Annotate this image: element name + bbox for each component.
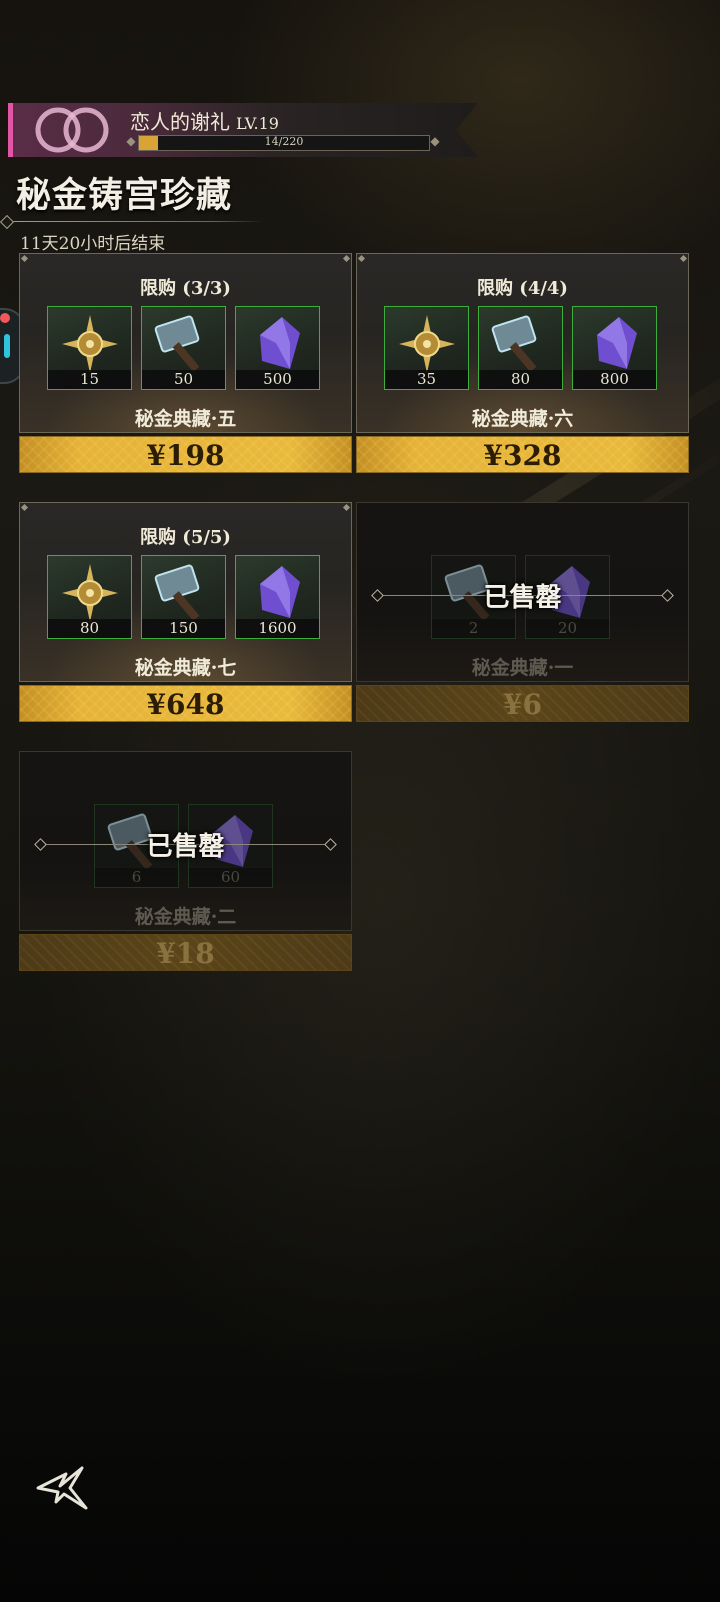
bundle-name: 秘金典藏·六 [471, 408, 574, 430]
purchase-limit: 限购 (4/4) [477, 278, 568, 299]
purple-crystal-icon [260, 566, 300, 618]
bundle-item[interactable]: 80 [478, 306, 563, 390]
sold-out-label: 已售罄 [357, 577, 688, 614]
bundle-card[interactable]: 限购 (4/4) 35 80 800 秘金典藏·六 ¥328 [356, 253, 689, 474]
buy-button-disabled: ¥18 [19, 934, 352, 971]
page-title: 秘金铸宫珍藏 [16, 175, 233, 216]
compass-medallion-icon [62, 315, 118, 373]
purple-crystal-icon [260, 317, 300, 369]
compass-medallion-icon [62, 564, 118, 622]
forge-hammer-icon [154, 564, 200, 621]
item-quantity: 35 [385, 370, 468, 389]
bundle-card[interactable]: 限购 (5/5) 80 150 1600 秘金典藏·七 ¥648 [19, 502, 352, 723]
xp-progress-text: 14/220 [264, 135, 304, 148]
bundle-item[interactable]: 15 [47, 306, 132, 390]
item-quantity: 80 [479, 370, 562, 389]
buy-button-disabled: ¥6 [356, 685, 689, 722]
bundle-card[interactable]: 限购 (3/3) 15 50 500 秘金典藏·五 ¥198 [19, 253, 352, 474]
purple-crystal-icon [597, 317, 637, 369]
bundle-card-sold-out: 2 20 已售罄 秘金典藏·一 ¥6 [356, 502, 689, 723]
bundle-item[interactable]: 80 [47, 555, 132, 639]
corner-ornament [342, 254, 351, 263]
bundle-item[interactable]: 800 [572, 306, 657, 390]
bundle-name: 秘金典藏·五 [134, 408, 237, 430]
sold-out-label: 已售罄 [20, 826, 351, 863]
back-arrow-icon[interactable] [36, 1466, 92, 1510]
corner-ornament [20, 254, 29, 263]
buy-button[interactable]: ¥198 [19, 436, 352, 473]
bundle-card-sold-out: 6 60 已售罄 秘金典藏·二 ¥18 [19, 751, 352, 972]
bundle-panel: 6 60 已售罄 秘金典藏·二 [19, 751, 352, 931]
item-quantity: 2 [432, 619, 515, 638]
xp-bar-right-cap: ◆ [430, 134, 440, 148]
item-quantity: 60 [189, 868, 272, 887]
item-quantity: 150 [142, 619, 225, 638]
bundle-panel: 限购 (5/5) 80 150 1600 秘金典藏·七 [19, 502, 352, 682]
item-quantity: 1600 [236, 619, 319, 638]
forge-hammer-icon [491, 315, 537, 372]
notification-dot [0, 313, 10, 323]
bundle-panel: 限购 (4/4) 35 80 800 秘金典藏·六 [356, 253, 689, 433]
purchase-limit: 限购 (5/5) [140, 527, 231, 548]
purchase-limit: 限购 (3/3) [140, 278, 231, 299]
banner-level: LV.19 [236, 114, 279, 133]
xp-progress-bar: 14/220 [138, 135, 430, 151]
badge-indicator [4, 334, 10, 358]
bundle-item[interactable]: 35 [384, 306, 469, 390]
event-level-banner[interactable]: 恋人的谢礼 LV.19 ◆ 14/220 ◆ [8, 103, 486, 157]
corner-ornament [679, 254, 688, 263]
bundle-item[interactable]: 500 [235, 306, 320, 390]
corner-ornament [20, 503, 29, 512]
corner-ornament [342, 503, 351, 512]
forge-hammer-icon [154, 315, 200, 372]
bundle-item[interactable]: 50 [141, 306, 226, 390]
item-quantity: 15 [48, 370, 131, 389]
bundle-name: 秘金典藏·一 [471, 657, 574, 679]
corner-ornament [357, 254, 366, 263]
event-countdown: 11天20小时后结束 [20, 234, 166, 254]
item-quantity: 80 [48, 619, 131, 638]
xp-bar-left-cap: ◆ [126, 134, 136, 148]
sold-out-text: 已售罄 [483, 583, 562, 613]
buy-button[interactable]: ¥648 [19, 685, 352, 722]
banner-title: 恋人的谢礼 LV.19 [130, 106, 279, 135]
interlocked-rings-icon [35, 107, 109, 153]
bundle-panel: 2 20 已售罄 秘金典藏·一 [356, 502, 689, 682]
bundle-item[interactable]: 150 [141, 555, 226, 639]
compass-medallion-icon [399, 315, 455, 373]
item-quantity: 6 [95, 868, 178, 887]
item-quantity: 20 [526, 619, 609, 638]
bundle-panel: 限购 (3/3) 15 50 500 秘金典藏·五 [19, 253, 352, 433]
sold-out-text: 已售罄 [146, 832, 225, 862]
buy-button[interactable]: ¥328 [356, 436, 689, 473]
item-quantity: 50 [142, 370, 225, 389]
bundle-name: 秘金典藏·七 [134, 657, 237, 679]
bundle-name: 秘金典藏·二 [134, 906, 237, 928]
bundle-item[interactable]: 1600 [235, 555, 320, 639]
banner-accent [8, 103, 13, 157]
item-quantity: 800 [573, 370, 656, 389]
title-divider [4, 221, 264, 222]
item-quantity: 500 [236, 370, 319, 389]
banner-title-text: 恋人的谢礼 [130, 110, 230, 134]
title-divider-ornament [0, 214, 15, 230]
